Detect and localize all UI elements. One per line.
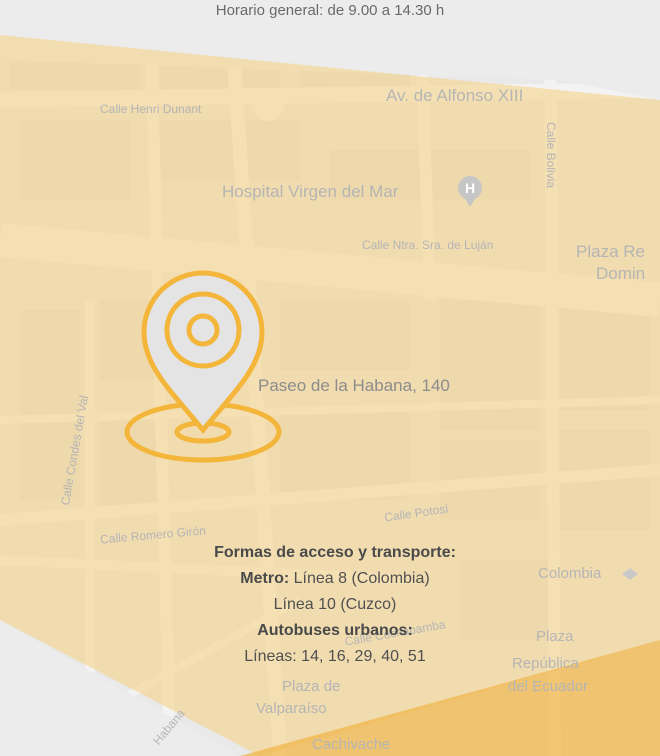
transport-title: Formas de acceso y transporte: [214,544,456,561]
street-label: Av. de Alfonso XIII [386,86,524,105]
place-label: Domin [596,264,646,283]
location-pin-icon [124,270,282,463]
opening-hours: Horario general: de 9.00 a 14.30 h [215,2,445,19]
transport-info: Formas de acceso y transporte: Metro: Lí… [140,540,530,670]
hospital-marker-icon: H [458,176,482,207]
map-section: Horario general: de 9.00 a 14.30 h Calle… [0,0,660,756]
street-label: Calle Bolivia [544,122,558,189]
hospital-label: Hospital Virgen del Mar [222,182,399,201]
street-label: Calle Henri Dunant [100,102,202,116]
bus-lines: Líneas: 14, 16, 29, 40, 51 [244,648,426,665]
metro-line-1: Línea 8 (Colombia) [293,570,430,587]
place-label: Valparaíso [256,700,327,717]
metro-diamond-icon [622,568,638,580]
street-label: Calle Ntra. Sra. de Luján [362,238,494,252]
bus-label: Autobuses urbanos: [257,622,413,639]
place-label: Colombia [538,565,602,582]
place-label: Plaza Re [576,242,645,261]
place-label: Cachivache [312,736,391,753]
metro-line-2: Línea 10 (Cuzco) [273,596,397,613]
svg-text:H: H [465,180,475,196]
place-label: Plaza de [282,678,341,695]
place-label: Plaza [536,628,574,645]
place-label: del Ecuador [508,678,589,695]
address-label: Paseo de la Habana, 140 [258,376,450,395]
metro-label: Metro: [240,570,290,587]
